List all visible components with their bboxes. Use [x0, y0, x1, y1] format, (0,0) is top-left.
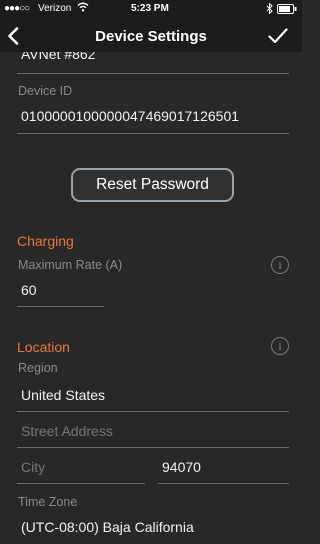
region-select[interactable]: United States — [21, 387, 105, 403]
time-zone-label: Time Zone — [18, 495, 78, 509]
device-id-label: Device ID — [18, 84, 73, 98]
zip-underline — [158, 483, 289, 484]
info-icon[interactable]: i — [271, 337, 289, 355]
region-label: Region — [18, 361, 58, 375]
device-name-value: AVNet #862 — [21, 52, 96, 62]
navigation-bar: Device Settings — [0, 18, 302, 52]
divider — [17, 411, 289, 412]
max-rate-input[interactable]: 60 — [21, 282, 37, 298]
max-rate-label: Maximum Rate (A) — [18, 258, 123, 272]
location-section-header: Location — [17, 339, 70, 355]
device-name-row[interactable]: AVNet #862 — [0, 52, 302, 72]
time-zone-select[interactable]: (UTC-08:00) Baja California — [21, 519, 194, 535]
city-underline — [17, 483, 145, 484]
divider — [17, 73, 289, 74]
reset-password-button[interactable]: Reset Password — [71, 168, 234, 202]
info-icon[interactable]: i — [271, 256, 289, 274]
charging-section-header: Charging — [17, 233, 74, 249]
status-bar: ●●●○○ Verizon 5:23 PM — [0, 0, 302, 18]
divider — [17, 133, 289, 134]
clock: 5:23 PM — [131, 3, 169, 14]
max-rate-underline — [17, 306, 104, 307]
bluetooth-icon — [266, 2, 273, 17]
signal-dots-icon: ●●●○○ — [4, 3, 30, 14]
street-address-input[interactable]: Street Address — [21, 423, 113, 439]
page-title: Device Settings — [95, 28, 207, 45]
wifi-icon — [77, 2, 89, 15]
divider — [17, 447, 289, 448]
city-input[interactable]: City — [21, 459, 45, 475]
save-checkmark-icon[interactable] — [268, 28, 288, 49]
device-id-value: 0100000100000047469017126501 — [21, 108, 240, 124]
carrier-label: Verizon — [38, 3, 72, 14]
battery-icon — [277, 4, 297, 17]
zip-code-input[interactable]: 94070 — [162, 459, 201, 475]
